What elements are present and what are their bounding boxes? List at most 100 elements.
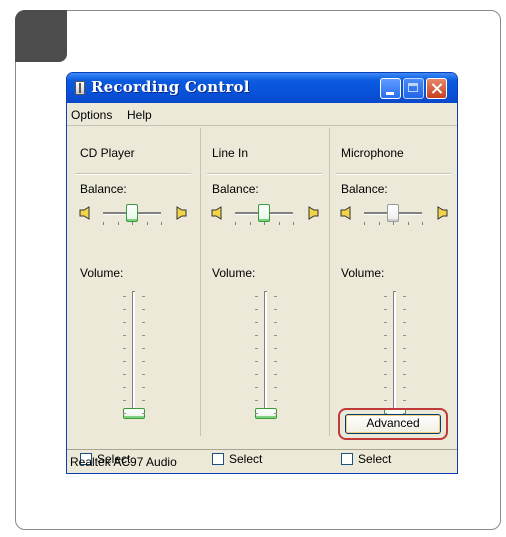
speaker-right-icon	[308, 206, 319, 220]
maximize-button[interactable]	[403, 78, 424, 99]
volume-track	[264, 291, 267, 413]
status-bar: Realtek AC97 Audio	[67, 449, 457, 473]
volume-tick	[123, 296, 126, 297]
volume-tick	[274, 322, 277, 323]
volume-tick	[142, 348, 145, 349]
balance-tick	[146, 222, 148, 225]
divider	[207, 173, 322, 175]
corner-tab	[15, 10, 67, 62]
volume-tick	[274, 335, 277, 336]
volume-tick	[403, 348, 406, 349]
balance-tick	[117, 222, 119, 225]
mixer-column-microphone: Microphone Balance: Volume: Select	[329, 128, 457, 466]
divider	[75, 173, 191, 175]
volume-tick	[384, 348, 387, 349]
volume-track	[132, 291, 135, 413]
volume-tick	[142, 322, 145, 323]
volume-tick	[274, 348, 277, 349]
volume-tick	[403, 296, 406, 297]
volume-tick	[255, 296, 258, 297]
balance-tick	[264, 222, 265, 225]
volume-tick	[123, 413, 126, 414]
volume-tick	[274, 296, 277, 297]
volume-tick	[274, 413, 277, 414]
volume-tick	[384, 322, 387, 323]
advanced-highlight-ring: Advanced	[338, 408, 448, 440]
column-title: CD Player	[80, 146, 135, 160]
volume-tick	[255, 387, 258, 388]
balance-tick	[393, 222, 394, 225]
menu-options[interactable]: Options	[71, 108, 112, 122]
balance-tick	[422, 222, 423, 225]
volume-tick	[384, 387, 387, 388]
menu-help[interactable]: Help	[127, 108, 152, 122]
mixer-icon	[75, 81, 85, 95]
volume-label: Volume:	[80, 266, 124, 280]
volume-tick	[123, 400, 126, 401]
volume-tick	[403, 400, 406, 401]
mixer-column-cd-player: CD Player Balance: Volume: Select	[69, 128, 197, 466]
volume-tick	[384, 335, 387, 336]
volume-tick	[123, 309, 126, 310]
volume-tick	[274, 374, 277, 375]
volume-tick	[123, 348, 126, 349]
speaker-left-icon	[79, 206, 90, 220]
volume-tick	[384, 400, 387, 401]
device-name: Realtek AC97 Audio	[70, 455, 177, 469]
volume-tick	[274, 387, 277, 388]
advanced-button[interactable]: Advanced	[345, 414, 441, 434]
volume-tick	[123, 387, 126, 388]
close-button[interactable]	[426, 78, 447, 99]
volume-tick	[255, 348, 258, 349]
volume-tick	[255, 361, 258, 362]
volume-tick	[384, 296, 387, 297]
balance-tick	[249, 222, 251, 225]
balance-slider-thumb[interactable]	[387, 204, 399, 222]
balance-label: Balance:	[80, 182, 127, 196]
volume-tick	[255, 400, 258, 401]
volume-tick	[403, 335, 406, 336]
volume-tick	[142, 335, 145, 336]
volume-tick	[123, 374, 126, 375]
volume-tick	[403, 361, 406, 362]
volume-tick	[142, 374, 145, 375]
volume-track	[393, 291, 396, 413]
column-title: Microphone	[341, 146, 404, 160]
balance-tick	[235, 222, 236, 225]
volume-tick	[123, 322, 126, 323]
volume-tick	[142, 309, 145, 310]
volume-tick	[274, 400, 277, 401]
volume-tick	[384, 361, 387, 362]
balance-tick	[161, 222, 162, 225]
volume-label: Volume:	[341, 266, 385, 280]
balance-tick	[278, 222, 280, 225]
volume-tick	[384, 374, 387, 375]
volume-tick	[403, 309, 406, 310]
volume-tick	[123, 361, 126, 362]
volume-tick	[255, 335, 258, 336]
volume-tick	[255, 309, 258, 310]
title-bar[interactable]: Recording Control	[67, 73, 457, 103]
recording-control-window: Recording Control Options Help CD Player…	[66, 72, 458, 474]
balance-tick	[364, 222, 365, 225]
volume-tick	[255, 413, 258, 414]
volume-tick	[142, 361, 145, 362]
balance-label: Balance:	[341, 182, 388, 196]
volume-tick	[274, 309, 277, 310]
column-title: Line In	[212, 146, 249, 160]
minimize-button[interactable]	[380, 78, 401, 99]
balance-label: Balance:	[212, 182, 259, 196]
volume-tick	[142, 387, 145, 388]
volume-tick	[384, 309, 387, 310]
window-title: Recording Control	[91, 78, 250, 96]
balance-slider-thumb[interactable]	[126, 204, 138, 222]
balance-tick	[293, 222, 294, 225]
speaker-left-icon	[211, 206, 222, 220]
divider	[336, 173, 451, 175]
volume-tick	[274, 361, 277, 362]
speaker-left-icon	[340, 206, 351, 220]
balance-slider-thumb[interactable]	[258, 204, 270, 222]
volume-tick	[403, 387, 406, 388]
speaker-right-icon	[437, 206, 448, 220]
balance-tick	[407, 222, 409, 225]
